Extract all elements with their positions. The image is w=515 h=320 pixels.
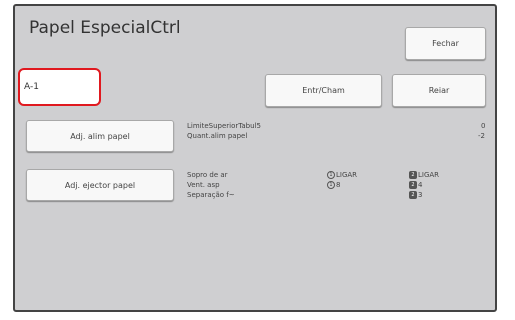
close-button[interactable]: Fechar xyxy=(405,27,486,60)
reset-button[interactable]: Reiar xyxy=(392,74,486,107)
eject-label-air: Sopro de ar xyxy=(187,171,228,179)
position-2-icon: 2 xyxy=(409,181,417,189)
feed-line1-value: 0 xyxy=(481,122,486,130)
entry-name-field[interactable]: A-1 xyxy=(18,68,101,106)
adjust-feed-button[interactable]: Adj. alim papel xyxy=(26,120,174,152)
eject-col2-row1: 2 LIGAR xyxy=(409,170,439,180)
adjust-eject-button[interactable]: Adj. ejector papel xyxy=(26,169,174,201)
eject-col1-row1: 1 LIGAR xyxy=(327,170,357,180)
feed-line1-label: LimiteSuperiorTabul5 xyxy=(187,122,261,130)
position-2-icon: 2 xyxy=(409,171,417,179)
position-2-icon: 2 xyxy=(409,191,417,199)
feed-line2-label: Quant.alim papel xyxy=(187,132,248,140)
dialog-panel: Papel EspecialCtrl Fechar A-1 Entr/Cham … xyxy=(13,4,497,312)
position-1-icon: 1 xyxy=(327,171,335,179)
entry-call-button[interactable]: Entr/Cham xyxy=(265,74,382,107)
feed-line2-value: -2 xyxy=(478,132,485,140)
eject-col2-row3: 23 xyxy=(409,190,422,200)
position-1-icon: 1 xyxy=(327,181,335,189)
eject-label-separation: Separação f~ xyxy=(187,191,235,199)
eject-col1-row2: 18 xyxy=(327,180,340,190)
eject-label-vacuum: Vent. asp xyxy=(187,181,220,189)
page-title: Papel EspecialCtrl xyxy=(29,18,181,38)
eject-col2-row2: 24 xyxy=(409,180,422,190)
